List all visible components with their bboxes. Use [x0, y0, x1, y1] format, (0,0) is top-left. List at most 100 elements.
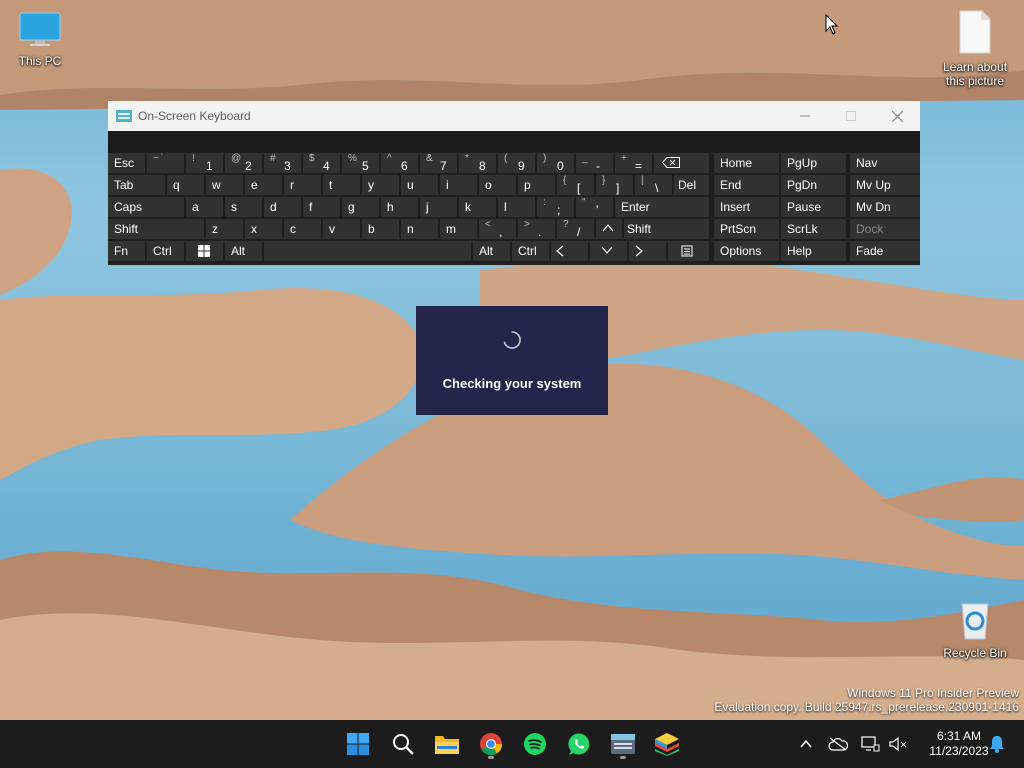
key-9[interactable]: (9 — [498, 153, 535, 173]
key-help[interactable]: Help — [781, 241, 846, 261]
volume-tray-button[interactable] — [886, 732, 910, 756]
key-l[interactable]: l — [498, 197, 535, 217]
show-hidden-icons-button[interactable] — [794, 732, 818, 756]
key-options[interactable]: Options — [714, 241, 779, 261]
key-3[interactable]: #3 — [264, 153, 301, 173]
on-screen-keyboard-window[interactable]: On-Screen Keyboard Esc ~ ` ! 1 @2 #3 $4 % 5… — [108, 101, 920, 265]
key-pgup[interactable]: PgUp — [781, 153, 846, 173]
this-pc-icon[interactable]: This PC — [0, 12, 80, 68]
recycle-bin-icon[interactable]: Recycle Bin — [935, 600, 1015, 660]
file-explorer-button[interactable] — [431, 728, 463, 760]
spotify-button[interactable] — [519, 728, 551, 760]
key-backtick[interactable]: ~ ` — [147, 153, 184, 173]
key-backslash[interactable]: | \ — [635, 175, 672, 195]
key-dock[interactable]: Dock — [850, 219, 920, 239]
key-left-ctrl[interactable]: Ctrl — [147, 241, 184, 261]
key-m[interactable]: m — [440, 219, 477, 239]
key-1[interactable]: ! 1 — [186, 153, 223, 173]
key-r[interactable]: r — [284, 175, 321, 195]
key-home[interactable]: Home — [714, 153, 779, 173]
key-comma[interactable]: <, — [479, 219, 516, 239]
key-quote[interactable]: " ' — [576, 197, 613, 217]
key-p[interactable]: p — [518, 175, 555, 195]
key-pgdn[interactable]: PgDn — [781, 175, 846, 195]
key-c[interactable]: c — [284, 219, 321, 239]
key-d[interactable]: d — [264, 197, 301, 217]
key-q[interactable]: q — [167, 175, 204, 195]
osk-titlebar[interactable]: On-Screen Keyboard — [108, 101, 920, 131]
key-u[interactable]: u — [401, 175, 438, 195]
key-x[interactable]: x — [245, 219, 282, 239]
key-fn[interactable]: Fn — [108, 241, 145, 261]
key-open-bracket[interactable]: {[ — [557, 175, 594, 195]
network-tray-button[interactable] — [858, 732, 882, 756]
search-button[interactable] — [387, 728, 419, 760]
key-z[interactable]: z — [206, 219, 243, 239]
on-screen-keyboard-button[interactable] — [607, 728, 639, 760]
learn-about-picture-icon[interactable]: Learn about this picture — [935, 10, 1015, 88]
key-right-alt[interactable]: Alt — [473, 241, 510, 261]
key-t[interactable]: t — [323, 175, 360, 195]
key-prtscn[interactable]: PrtScn — [714, 219, 779, 239]
key-down-arrow[interactable] — [590, 241, 627, 261]
key-end[interactable]: End — [714, 175, 779, 195]
onedrive-tray-button[interactable] — [826, 732, 850, 756]
bluestacks-button[interactable] — [651, 728, 683, 760]
key-minus[interactable]: _ - — [576, 153, 613, 173]
key-windows[interactable] — [186, 241, 223, 261]
taskbar[interactable]: 6:31 AM 11/23/2023 — [0, 720, 1024, 768]
key-4[interactable]: $4 — [303, 153, 340, 173]
key-b[interactable]: b — [362, 219, 399, 239]
key-close-bracket[interactable]: }] — [596, 175, 633, 195]
key-left-alt[interactable]: Alt — [225, 241, 262, 261]
key-right-shift[interactable]: Shift — [624, 219, 709, 239]
key-mv-up[interactable]: Mv Up — [850, 175, 920, 195]
key-a[interactable]: a — [186, 197, 223, 217]
key-nav[interactable]: Nav — [850, 153, 920, 173]
key-tab[interactable]: Tab — [108, 175, 165, 195]
key-2[interactable]: @2 — [225, 153, 262, 173]
key-fade[interactable]: Fade — [850, 241, 920, 261]
key-left-arrow[interactable] — [551, 241, 588, 261]
minimize-button[interactable] — [782, 101, 828, 131]
chrome-button[interactable] — [475, 728, 507, 760]
key-semicolon[interactable]: :; — [537, 197, 574, 217]
key-pause[interactable]: Pause — [781, 197, 846, 217]
system-clock[interactable]: 6:31 AM 11/23/2023 — [924, 729, 994, 759]
key-j[interactable]: j — [420, 197, 457, 217]
key-space[interactable] — [264, 241, 471, 261]
key-i[interactable]: i — [440, 175, 477, 195]
key-esc[interactable]: Esc — [108, 153, 145, 173]
key-6[interactable]: ^ 6 — [381, 153, 418, 173]
key-right-arrow[interactable] — [629, 241, 666, 261]
close-button[interactable] — [874, 101, 920, 131]
key-k[interactable]: k — [459, 197, 496, 217]
key-0[interactable]: ) 0 — [537, 153, 574, 173]
key-period[interactable]: >. — [518, 219, 555, 239]
key-w[interactable]: w — [206, 175, 243, 195]
key-right-ctrl[interactable]: Ctrl — [512, 241, 549, 261]
key-equals[interactable]: + = — [615, 153, 652, 173]
key-insert[interactable]: Insert — [714, 197, 779, 217]
key-caps[interactable]: Caps — [108, 197, 184, 217]
key-h[interactable]: h — [381, 197, 418, 217]
key-s[interactable]: s — [225, 197, 262, 217]
start-button[interactable] — [342, 728, 374, 760]
key-scrlk[interactable]: ScrLk — [781, 219, 846, 239]
key-n[interactable]: n — [401, 219, 438, 239]
key-del[interactable]: Del — [674, 175, 709, 195]
key-backspace[interactable] — [654, 153, 709, 173]
notifications-button[interactable] — [985, 732, 1009, 756]
key-o[interactable]: o — [479, 175, 516, 195]
key-mv-dn[interactable]: Mv Dn — [850, 197, 920, 217]
key-8[interactable]: * 8 — [459, 153, 496, 173]
key-up-arrow[interactable] — [596, 219, 622, 239]
key-g[interactable]: g — [342, 197, 379, 217]
key-5[interactable]: % 5 — [342, 153, 379, 173]
key-left-shift[interactable]: Shift — [108, 219, 204, 239]
key-f[interactable]: f — [303, 197, 340, 217]
key-slash[interactable]: ? / — [557, 219, 594, 239]
key-menu[interactable] — [668, 241, 709, 261]
maximize-button[interactable] — [828, 101, 874, 131]
key-y[interactable]: y — [362, 175, 399, 195]
